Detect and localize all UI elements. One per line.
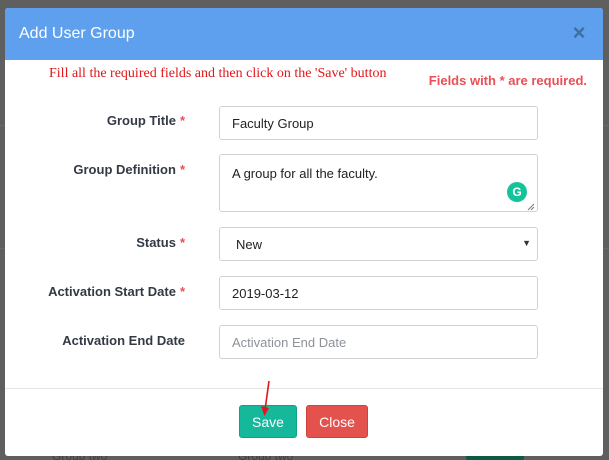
required-asterisk: * (179, 113, 185, 128)
red-arrow-annotation (261, 380, 270, 416)
required-note: Fields with * are required. (428, 73, 587, 88)
add-user-group-modal: Add User Group × Fill all the required f… (5, 8, 603, 456)
activation-start-label: Activation Start Date * (48, 284, 185, 299)
required-asterisk: * (179, 284, 185, 299)
status-select[interactable]: New ▼ (219, 227, 538, 261)
status-selected-value: New (236, 237, 263, 252)
required-asterisk: * (179, 162, 185, 177)
close-button[interactable]: Close (306, 405, 368, 438)
required-asterisk: * (179, 235, 185, 250)
modal-header: Add User Group × (5, 8, 603, 60)
modal-title: Add User Group (19, 25, 135, 42)
group-definition-textarea[interactable]: A group for all the faculty. (219, 154, 538, 212)
close-icon[interactable]: × (571, 22, 587, 44)
activation-start-input[interactable]: 2019-03-12 (219, 276, 538, 310)
group-title-input[interactable]: Faculty Group (219, 106, 538, 140)
group-title-label: Group Title * (106, 113, 185, 128)
activation-end-label: Activation End Date (62, 333, 185, 348)
resize-handle-icon[interactable] (527, 203, 535, 211)
grammarly-icon[interactable]: G (507, 182, 527, 202)
activation-end-input[interactable]: Activation End Date (219, 325, 538, 359)
group-definition-label: Group Definition * (73, 162, 185, 177)
caret-down-icon: ▼ (522, 238, 531, 248)
footer-divider (5, 388, 603, 389)
status-label: Status * (136, 235, 185, 250)
instruction-text: Fill all the required fields and then cl… (49, 66, 387, 81)
